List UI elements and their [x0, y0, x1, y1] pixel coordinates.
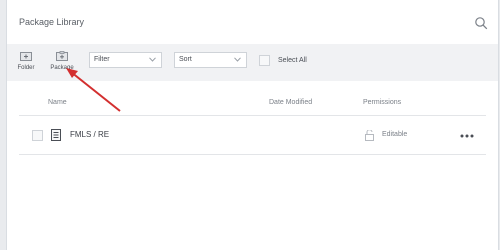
column-header-date-modified[interactable]: Date Modified: [269, 99, 312, 106]
row-name[interactable]: FMLS / RE: [70, 130, 109, 139]
search-icon[interactable]: [474, 16, 488, 30]
chevron-down-icon: [234, 57, 241, 62]
folder-plus-icon: [20, 52, 32, 61]
row-checkbox[interactable]: [32, 130, 43, 141]
sort-value: Sort: [179, 56, 192, 63]
add-folder-button[interactable]: Folder: [9, 49, 43, 77]
package-plus-icon: [56, 51, 68, 61]
package-icon: [51, 129, 61, 141]
row-divider: [19, 154, 486, 155]
filter-value: Filter: [94, 56, 110, 63]
column-header-name[interactable]: Name: [48, 99, 67, 106]
package-library-panel: Package Library Folder Package Filter So…: [6, 0, 499, 250]
header-divider: [19, 115, 486, 116]
sort-dropdown[interactable]: Sort: [174, 52, 247, 68]
panel-header: Package Library: [7, 0, 498, 44]
table-row[interactable]: FMLS / RE Editable: [19, 118, 486, 154]
column-header-permissions[interactable]: Permissions: [363, 99, 401, 106]
toolbar: Folder Package Filter Sort Select All: [7, 44, 498, 81]
select-all-checkbox[interactable]: [259, 55, 270, 66]
page-title: Package Library: [19, 17, 85, 27]
chevron-down-icon: [149, 57, 156, 62]
select-all-label: Select All: [278, 57, 307, 64]
permission-label: Editable: [382, 131, 408, 138]
add-package-label: Package: [50, 65, 74, 71]
unlock-icon: [365, 130, 374, 141]
more-options-icon[interactable]: [460, 134, 474, 138]
filter-dropdown[interactable]: Filter: [89, 52, 162, 68]
add-folder-label: Folder: [17, 65, 35, 71]
add-package-button[interactable]: Package: [45, 49, 79, 77]
